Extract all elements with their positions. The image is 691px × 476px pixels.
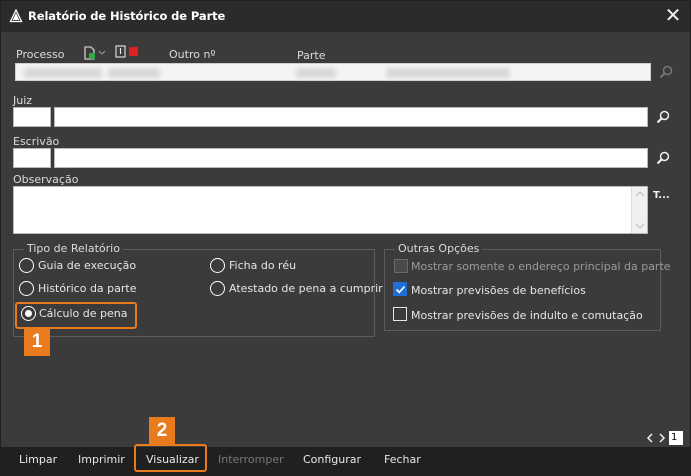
label-ficha-reu[interactable]: Ficha do réu bbox=[229, 259, 296, 272]
escrivao-code-field[interactable] bbox=[13, 148, 51, 168]
escrivao-name-field[interactable] bbox=[54, 148, 648, 168]
juiz-name-field[interactable] bbox=[54, 107, 648, 127]
fechar-button[interactable]: Fechar bbox=[384, 453, 421, 466]
app-logo-icon bbox=[9, 9, 23, 23]
processo-field[interactable] bbox=[15, 63, 651, 81]
interromper-button: Interromper bbox=[218, 453, 284, 466]
step-badge-1: 1 bbox=[24, 328, 50, 356]
bottom-toolbar: Limpar Imprimir Visualizar Interromper C… bbox=[1, 447, 690, 475]
observacao-textarea[interactable] bbox=[13, 186, 648, 234]
close-button[interactable]: ✕ bbox=[662, 5, 684, 27]
scroll-down-icon bbox=[635, 223, 645, 229]
radio-historico-parte[interactable] bbox=[19, 281, 34, 296]
radio-ficha-reu[interactable] bbox=[210, 258, 225, 273]
chk-endereco-principal bbox=[394, 259, 408, 273]
configurar-button[interactable]: Configurar bbox=[303, 453, 361, 466]
pager-page-field[interactable]: 1 bbox=[669, 431, 683, 445]
label-atestado-pena[interactable]: Atestado de pena a cumprir bbox=[229, 282, 383, 295]
pager: 1 bbox=[645, 431, 685, 445]
radio-atestado-pena[interactable] bbox=[210, 281, 225, 296]
step-badge-2: 2 bbox=[149, 417, 175, 445]
pager-next-icon[interactable] bbox=[657, 432, 667, 444]
search-juiz-icon[interactable] bbox=[655, 109, 671, 125]
label-previsoes-beneficios[interactable]: Mostrar previsões de benefícios bbox=[411, 284, 586, 297]
report-dialog: Relatório de Histórico de Parte ✕ Proces… bbox=[0, 0, 691, 476]
limpar-button[interactable]: Limpar bbox=[19, 453, 57, 466]
tipo-relatorio-title: Tipo de Relatório bbox=[24, 242, 123, 255]
search-escrivao-icon[interactable] bbox=[655, 150, 671, 166]
pager-prev-icon[interactable] bbox=[645, 432, 655, 444]
imprimir-button[interactable]: Imprimir bbox=[78, 453, 125, 466]
window-title: Relatório de Histórico de Parte bbox=[28, 9, 226, 23]
radio-guia-execucao[interactable] bbox=[19, 258, 34, 273]
chk-previsoes-beneficios[interactable] bbox=[393, 282, 407, 296]
label-indulto-comutacao[interactable]: Mostrar previsões de indulto e comutação bbox=[411, 309, 643, 322]
juiz-code-field[interactable] bbox=[13, 107, 51, 127]
observacao-label: Observação bbox=[13, 173, 79, 186]
label-endereco-principal: Mostrar somente o endereço principal da … bbox=[411, 260, 671, 273]
text-tool-button[interactable]: T... bbox=[653, 190, 670, 201]
observacao-scrollbar[interactable] bbox=[631, 187, 647, 233]
process-doc-icon[interactable] bbox=[83, 45, 109, 61]
search-processo-icon bbox=[659, 65, 673, 79]
checkmark-icon bbox=[395, 285, 406, 294]
highlight-visualizar bbox=[134, 444, 207, 472]
outras-opcoes-title: Outras Opções bbox=[395, 242, 483, 255]
title-bar: Relatório de Histórico de Parte ✕ bbox=[1, 1, 690, 32]
label-guia-execucao[interactable]: Guia de execução bbox=[38, 259, 136, 272]
note-flag-icon[interactable] bbox=[114, 45, 140, 59]
label-historico-parte[interactable]: Histórico da parte bbox=[38, 282, 137, 295]
processo-label: Processo bbox=[16, 48, 65, 61]
escrivao-label: Escrivão bbox=[13, 135, 60, 148]
chk-indulto-comutacao[interactable] bbox=[393, 307, 407, 321]
close-icon: ✕ bbox=[664, 3, 682, 27]
scroll-up-icon bbox=[635, 191, 645, 197]
outro-label: Outro nº bbox=[169, 48, 216, 61]
highlight-calculo-pena bbox=[15, 302, 137, 329]
parte-label: Parte bbox=[297, 49, 326, 62]
juiz-label: Juiz bbox=[13, 94, 33, 107]
